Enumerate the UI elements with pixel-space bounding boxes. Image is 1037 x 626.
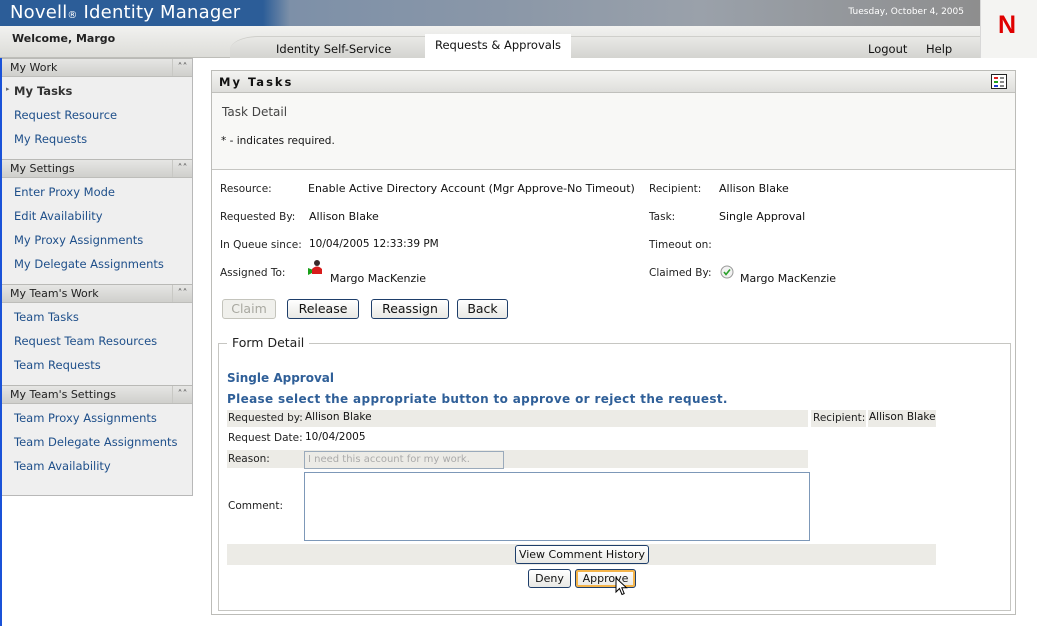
sidebar-item-team-delegate-assignments[interactable]: Team Delegate Assignments — [2, 430, 192, 454]
current-date: Tuesday, October 4, 2005 — [848, 7, 964, 17]
sidebar-item-request-resource[interactable]: Request Resource — [2, 103, 192, 127]
novell-logo: N — [980, 0, 1037, 58]
double-chevron-up-icon[interactable]: ˄˄ — [172, 59, 192, 76]
recipient-value: Allison Blake — [719, 182, 789, 195]
sidebar-section-my-settings: My Settings ˄˄ Enter Proxy Mode Edit Ava… — [2, 159, 192, 284]
required-note: * - indicates required. — [221, 135, 335, 147]
release-button[interactable]: Release — [287, 299, 359, 319]
sidebar-item-my-tasks[interactable]: My Tasks — [2, 79, 192, 103]
form-request-date-value: 10/04/2005 — [305, 431, 366, 443]
sidebar-item-team-requests[interactable]: Team Requests — [2, 353, 192, 377]
view-comment-history-button[interactable]: View Comment History — [515, 545, 649, 564]
section-header: My Team's Settings ˄˄ — [2, 385, 192, 404]
form-comment-label: Comment: — [228, 500, 283, 512]
user-assigned-icon — [308, 259, 324, 275]
sidebar: My Work ˄˄ My Tasks Request Resource My … — [2, 58, 193, 496]
sidebar-item-my-requests[interactable]: My Requests — [2, 127, 192, 151]
panel-title: My Tasks — [219, 75, 294, 89]
reason-input[interactable]: I need this account for my work. — [304, 451, 504, 469]
section-header: My Team's Work ˄˄ — [2, 284, 192, 303]
task-detail-section: Task Detail * - indicates required. — [212, 93, 1015, 170]
form-recipient-label: Recipient: — [813, 412, 866, 424]
sidebar-item-enter-proxy-mode[interactable]: Enter Proxy Mode — [2, 180, 192, 204]
sidebar-section-my-teams-work: My Team's Work ˄˄ Team Tasks Request Tea… — [2, 284, 192, 385]
section-header: My Settings ˄˄ — [2, 159, 192, 178]
resource-label: Resource: — [220, 183, 272, 195]
claimed-by-label: Claimed By: — [649, 267, 712, 279]
reassign-button[interactable]: Reassign — [371, 299, 449, 319]
help-link[interactable]: Help — [926, 42, 952, 56]
assigned-to-value[interactable]: Margo MacKenzie — [330, 272, 426, 285]
tab-requests-approvals[interactable]: Requests & Approvals — [425, 34, 572, 58]
section-title: My Team's Work — [10, 287, 99, 300]
deny-button[interactable]: Deny — [528, 569, 571, 588]
form-detail-fieldset: Form Detail Single Approval Please selec… — [218, 335, 1011, 611]
claim-button[interactable]: Claim — [222, 299, 276, 319]
sidebar-item-my-delegate-assignments[interactable]: My Delegate Assignments — [2, 252, 192, 276]
form-detail-legend: Form Detail — [227, 335, 310, 350]
panel-header: My Tasks — [212, 71, 1015, 93]
section-title: My Settings — [10, 162, 75, 175]
form-request-date-label: Request Date: — [228, 432, 303, 444]
registered-mark: ® — [67, 10, 78, 21]
form-recipient-value: Allison Blake — [869, 411, 936, 423]
mouse-cursor-icon — [615, 576, 629, 597]
form-instruction: Please select the appropriate button to … — [227, 392, 728, 406]
resource-value: Enable Active Directory Account (Mgr App… — [308, 182, 635, 195]
sidebar-item-team-proxy-assignments[interactable]: Team Proxy Assignments — [2, 406, 192, 430]
form-title: Single Approval — [227, 371, 334, 385]
task-detail-title: Task Detail — [222, 105, 288, 119]
sidebar-item-team-tasks[interactable]: Team Tasks — [2, 305, 192, 329]
claimed-by-value[interactable]: Margo MacKenzie — [740, 272, 836, 285]
task-value: Single Approval — [719, 210, 806, 223]
app-title: Novell® Identity Manager — [10, 2, 240, 23]
logout-link[interactable]: Logout — [868, 42, 907, 56]
novell-n-icon: N — [998, 11, 1017, 39]
back-button[interactable]: Back — [457, 299, 508, 319]
sidebar-section-my-teams-settings: My Team's Settings ˄˄ Team Proxy Assignm… — [2, 385, 192, 486]
tab-bar: Identity Self-Service Requests & Approva… — [230, 34, 980, 59]
sidebar-item-edit-availability[interactable]: Edit Availability — [2, 204, 192, 228]
requested-by-label: Requested By: — [220, 211, 296, 223]
product-name: Identity Manager — [83, 2, 241, 23]
double-chevron-up-icon[interactable]: ˄˄ — [172, 160, 192, 177]
task-label: Task: — [649, 211, 676, 223]
form-reason-label: Reason: — [228, 453, 270, 465]
in-queue-label: In Queue since: — [220, 239, 302, 251]
header-subbar: Welcome, Margo Identity Self-Service Req… — [0, 26, 980, 58]
recipient-label: Recipient: — [649, 183, 702, 195]
welcome-message: Welcome, Margo — [12, 32, 116, 45]
comment-textarea[interactable] — [304, 472, 810, 541]
in-queue-value: 10/04/2005 12:33:39 PM — [309, 238, 439, 250]
timeout-label: Timeout on: — [649, 239, 712, 251]
sidebar-item-request-team-resources[interactable]: Request Team Resources — [2, 329, 192, 353]
layout-grid-icon[interactable] — [991, 74, 1007, 89]
sidebar-item-my-proxy-assignments[interactable]: My Proxy Assignments — [2, 228, 192, 252]
brand-name: Novell — [10, 2, 68, 23]
assigned-to-label: Assigned To: — [220, 267, 286, 279]
check-circle-icon — [720, 265, 734, 279]
double-chevron-up-icon[interactable]: ˄˄ — [172, 285, 192, 302]
tab-identity-self-service[interactable]: Identity Self-Service — [266, 38, 401, 59]
form-requested-by-value: Allison Blake — [305, 411, 372, 423]
header-banner: Novell® Identity Manager Tuesday, Octobe… — [0, 0, 980, 26]
sidebar-item-team-availability[interactable]: Team Availability — [2, 454, 192, 478]
section-title: My Work — [10, 61, 58, 74]
double-chevron-up-icon[interactable]: ˄˄ — [172, 386, 192, 403]
my-tasks-panel: My Tasks Task Detail * - indicates requi… — [211, 70, 1016, 615]
section-title: My Team's Settings — [10, 388, 116, 401]
form-requested-by-label: Requested by: — [228, 412, 303, 424]
section-header: My Work ˄˄ — [2, 58, 192, 77]
sidebar-section-my-work: My Work ˄˄ My Tasks Request Resource My … — [2, 58, 192, 159]
requested-by-value: Allison Blake — [309, 210, 379, 223]
